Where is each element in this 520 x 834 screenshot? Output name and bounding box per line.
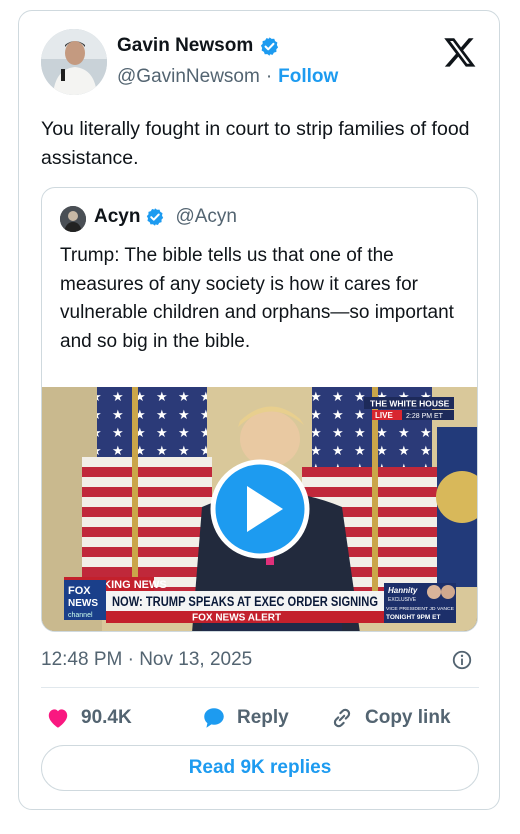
read-replies-label: Read 9K replies [188,757,332,778]
divider [41,687,479,688]
action-bar: 90.4K Reply Copy link [41,705,479,735]
fox-news-alert-label: FOX NEWS ALERT [192,613,281,624]
promo-time: TONIGHT 9PM ET [386,614,440,621]
like-button[interactable]: 90.4K [45,705,132,731]
copy-link-button[interactable]: Copy link [329,705,451,731]
like-count: 90.4K [81,707,132,728]
link-icon [333,708,351,728]
author-handle[interactable]: @GavinNewsom [117,66,260,88]
copy-link-label: Copy link [365,707,451,728]
video-headline: NOW: TRUMP SPEAKS AT EXEC ORDER SIGNING [112,594,378,609]
promo-guest: VICE PRESIDENT JD VANCE [386,606,454,611]
promo-tag: EXCLUSIVE [388,597,417,603]
read-replies-button[interactable]: Read 9K replies [41,745,479,791]
author-handle-row: @GavinNewsom · Follow [117,66,338,88]
reply-label: Reply [237,707,289,728]
live-time: 2:28 PM ET [406,413,444,420]
verified-badge-icon [147,208,164,226]
quote-author-row: Acyn @Acyn [94,206,237,228]
author-name[interactable]: Gavin Newsom [117,35,253,57]
follow-button[interactable]: Follow [278,66,338,88]
handle-separator: · [265,66,273,87]
quote-text: Trump: The bible tells us that one of th… [60,245,454,352]
promo-show: Hannity [388,586,418,595]
video-player[interactable]: ★ [42,387,477,631]
network-logo-top: FOX [68,585,91,597]
tweet-timestamp[interactable]: 12:48 PM · Nov 13, 2025 [41,649,252,671]
video-thumbnail: ★ [42,387,477,631]
author-avatar[interactable] [41,29,107,95]
verified-badge-icon [261,36,279,56]
author-name-row: Gavin Newsom [117,35,280,57]
tweet-card: Gavin Newsom @GavinNewsom · Follow You l… [18,10,500,810]
live-label: LIVE [375,411,393,420]
white-house-label: THE WHITE HOUSE [370,399,450,409]
play-icon[interactable] [210,459,310,559]
quote-author-avatar[interactable] [60,206,86,232]
quote-author-handle[interactable]: @Acyn [175,206,237,228]
reply-bubble-icon [204,708,224,728]
info-icon[interactable] [451,649,473,671]
tweet-text: You literally fought in court to strip f… [41,118,470,169]
reply-button[interactable]: Reply [201,705,289,731]
quote-author-name[interactable]: Acyn [94,206,140,228]
heart-icon [48,709,68,728]
quoted-tweet[interactable]: Acyn @Acyn Trump: The bible tells us tha… [41,187,478,632]
network-logo-bottom: channel [68,612,93,619]
x-logo-icon[interactable] [443,35,477,69]
network-logo-mid: NEWS [68,598,98,609]
